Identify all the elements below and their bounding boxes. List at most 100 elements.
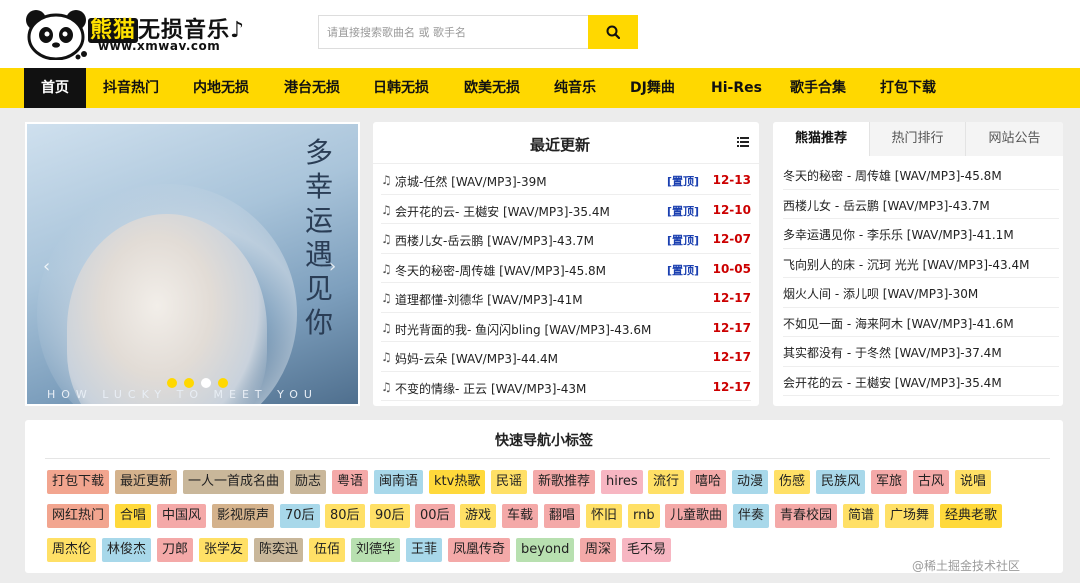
quick-tag[interactable]: 70后 bbox=[280, 504, 320, 528]
latest-list-item[interactable]: ♫ 凉城-任然 [WAV/MP3]-39M [置顶] 12-13 bbox=[381, 165, 751, 195]
quick-tag[interactable]: 游戏 bbox=[460, 504, 497, 528]
quick-tag[interactable]: 翻唱 bbox=[544, 504, 581, 528]
quick-tag[interactable]: 周深 bbox=[580, 538, 617, 562]
next-arrow-icon[interactable]: › bbox=[329, 256, 336, 277]
quick-tag[interactable]: 军旅 bbox=[871, 470, 908, 494]
quick-tag[interactable]: 王菲 bbox=[406, 538, 443, 562]
latest-list-item[interactable]: ♫ 妈妈-云朵 [WAV/MP3]-44.4M 12-17 bbox=[381, 342, 751, 372]
quick-tag[interactable]: ktv热歌 bbox=[429, 470, 486, 494]
recommend-list-item[interactable]: 冬天的秘密 - 周传雄 [WAV/MP3]-45.8M bbox=[783, 160, 1059, 190]
song-link[interactable]: 西楼儿女-岳云鹏 [WAV/MP3]-43.7M bbox=[395, 232, 594, 249]
list-menu-icon[interactable] bbox=[737, 136, 749, 148]
recommend-list-item[interactable]: 会开花的云 - 王樾安 [WAV/MP3]-35.4M bbox=[783, 367, 1059, 396]
quick-tag[interactable]: 民谣 bbox=[491, 470, 528, 494]
song-link[interactable]: 冬天的秘密 - 周传雄 [WAV/MP3]-45.8M bbox=[783, 167, 1002, 184]
song-link[interactable]: 不变的情缘- 正云 [WAV/MP3]-43M bbox=[395, 380, 586, 397]
tab-hot-ranking[interactable]: 热门排行 bbox=[869, 122, 965, 156]
slider-dot-active[interactable] bbox=[201, 378, 211, 388]
song-link[interactable]: 西楼儿女 - 岳云鹏 [WAV/MP3]-43.7M bbox=[783, 197, 990, 214]
quick-tag[interactable]: 新歌推荐 bbox=[533, 470, 596, 494]
song-link[interactable]: 会开花的云 - 王樾安 [WAV/MP3]-35.4M bbox=[783, 374, 1002, 391]
nav-item-western[interactable]: 欧美无损 bbox=[464, 68, 520, 108]
quick-tag[interactable]: beyond bbox=[516, 538, 575, 562]
nav-item-douyin[interactable]: 抖音热门 bbox=[103, 68, 159, 108]
nav-item-jpkr[interactable]: 日韩无损 bbox=[373, 68, 429, 108]
quick-tag[interactable]: 一人一首成名曲 bbox=[183, 470, 285, 494]
quick-tag[interactable]: 刘德华 bbox=[351, 538, 401, 562]
tab-site-notice[interactable]: 网站公告 bbox=[965, 122, 1063, 156]
nav-item-pure[interactable]: 纯音乐 bbox=[554, 68, 596, 108]
song-link[interactable]: 凉城-任然 [WAV/MP3]-39M bbox=[395, 173, 547, 190]
song-link[interactable]: 道理都懂-刘德华 [WAV/MP3]-41M bbox=[395, 291, 583, 308]
quick-tag[interactable]: 毛不易 bbox=[622, 538, 672, 562]
recommend-list-item[interactable]: 飞向别人的床 - 沉珂 光光 [WAV/MP3]-43.4M bbox=[783, 249, 1059, 278]
quick-tag[interactable]: 刀郎 bbox=[157, 538, 194, 562]
quick-tag[interactable]: rnb bbox=[628, 504, 660, 528]
quick-tag[interactable]: 古风 bbox=[913, 470, 950, 494]
quick-tag[interactable]: 伴奏 bbox=[733, 504, 770, 528]
recommend-list-item[interactable]: 西楼儿女 - 岳云鹏 [WAV/MP3]-43.7M bbox=[783, 190, 1059, 219]
quick-tag[interactable]: 中国风 bbox=[157, 504, 207, 528]
quick-tag[interactable]: 广场舞 bbox=[885, 504, 935, 528]
quick-tag[interactable]: 励志 bbox=[290, 470, 327, 494]
quick-tag[interactable]: 最近更新 bbox=[115, 470, 178, 494]
slider-dot[interactable] bbox=[218, 378, 228, 388]
quick-tag[interactable]: 合唱 bbox=[115, 504, 152, 528]
quick-tag[interactable]: 周杰伦 bbox=[47, 538, 97, 562]
quick-tag[interactable]: 闽南语 bbox=[374, 470, 424, 494]
quick-tag[interactable]: 儿童歌曲 bbox=[665, 504, 728, 528]
latest-list-item[interactable]: ♫ 西楼儿女-岳云鹏 [WAV/MP3]-43.7M [置顶] 12-07 bbox=[381, 224, 751, 254]
quick-tag[interactable]: 动漫 bbox=[732, 470, 769, 494]
quick-tag[interactable]: 凤凰传奇 bbox=[448, 538, 511, 562]
quick-tag[interactable]: 打包下载 bbox=[47, 470, 110, 494]
quick-tag[interactable]: hires bbox=[601, 470, 643, 494]
site-logo[interactable]: 熊猫无损音乐♪ www.xmwav.com bbox=[24, 8, 244, 60]
quick-tag[interactable]: 民族风 bbox=[816, 470, 866, 494]
recommend-list-item[interactable]: 其实都没有 - 于冬然 [WAV/MP3]-37.4M bbox=[783, 337, 1059, 367]
song-link[interactable]: 妈妈-云朵 [WAV/MP3]-44.4M bbox=[395, 350, 558, 367]
quick-tag[interactable]: 说唱 bbox=[955, 470, 992, 494]
latest-list-item[interactable]: ♫ 会开花的云- 王樾安 [WAV/MP3]-35.4M [置顶] 12-10 bbox=[381, 195, 751, 224]
quick-tag[interactable]: 简谱 bbox=[843, 504, 880, 528]
search-button[interactable] bbox=[588, 15, 638, 49]
latest-list-item[interactable]: ♫ 道理都懂-刘德华 [WAV/MP3]-41M 12-17 bbox=[381, 283, 751, 313]
quick-tag[interactable]: 影视原声 bbox=[212, 504, 275, 528]
prev-arrow-icon[interactable]: ‹ bbox=[43, 256, 50, 277]
quick-tag[interactable]: 青春校园 bbox=[775, 504, 838, 528]
nav-item-hktw[interactable]: 港台无损 bbox=[284, 68, 340, 108]
nav-item-home[interactable]: 首页 bbox=[24, 68, 86, 108]
recommend-list-item[interactable]: 不如见一面 - 海来阿木 [WAV/MP3]-41.6M bbox=[783, 308, 1059, 337]
latest-list-item[interactable]: ♫ 不变的情缘- 正云 [WAV/MP3]-43M 12-17 bbox=[381, 372, 751, 401]
latest-list-item[interactable]: ♫ 冬天的秘密-周传雄 [WAV/MP3]-45.8M [置顶] 10-05 bbox=[381, 254, 751, 283]
song-link[interactable]: 冬天的秘密-周传雄 [WAV/MP3]-45.8M bbox=[395, 262, 606, 279]
latest-list-item[interactable]: ♫ 时光背面的我- 鱼闪闪bling [WAV/MP3]-43.6M 12-17 bbox=[381, 313, 751, 342]
nav-item-mainland[interactable]: 内地无损 bbox=[193, 68, 249, 108]
quick-tag[interactable]: 流行 bbox=[648, 470, 685, 494]
quick-tag[interactable]: 伍佰 bbox=[309, 538, 346, 562]
slider-dot[interactable] bbox=[167, 378, 177, 388]
quick-tag[interactable]: 伤感 bbox=[774, 470, 811, 494]
song-link[interactable]: 会开花的云- 王樾安 [WAV/MP3]-35.4M bbox=[395, 203, 610, 220]
song-link[interactable]: 多幸运遇见你 - 李乐乐 [WAV/MP3]-41.1M bbox=[783, 226, 1014, 243]
quick-tag[interactable]: 90后 bbox=[370, 504, 410, 528]
search-input[interactable] bbox=[318, 15, 588, 49]
quick-tag[interactable]: 张学友 bbox=[199, 538, 249, 562]
quick-tag[interactable]: 车载 bbox=[502, 504, 539, 528]
song-link[interactable]: 飞向别人的床 - 沉珂 光光 [WAV/MP3]-43.4M bbox=[783, 256, 1029, 273]
song-link[interactable]: 不如见一面 - 海来阿木 [WAV/MP3]-41.6M bbox=[783, 315, 1014, 332]
nav-item-pack[interactable]: 打包下载 bbox=[880, 68, 936, 108]
banner-slider[interactable]: 多 幸 运 遇 见 你 ‹ › HOW LUCKY TO MEET YOU bbox=[25, 122, 360, 406]
nav-item-hires[interactable]: Hi-Res bbox=[711, 68, 762, 108]
quick-tag[interactable]: 00后 bbox=[415, 504, 455, 528]
quick-tag[interactable]: 嘻哈 bbox=[690, 470, 727, 494]
recommend-list-item[interactable]: 烟火人间 - 添儿呗 [WAV/MP3]-30M bbox=[783, 278, 1059, 308]
quick-tag[interactable]: 陈奕迅 bbox=[254, 538, 304, 562]
quick-tag[interactable]: 怀旧 bbox=[586, 504, 623, 528]
quick-tag[interactable]: 网红热门 bbox=[47, 504, 110, 528]
slider-dot[interactable] bbox=[184, 378, 194, 388]
quick-tag[interactable]: 粤语 bbox=[332, 470, 369, 494]
nav-item-singers[interactable]: 歌手合集 bbox=[790, 68, 846, 108]
quick-tag[interactable]: 80后 bbox=[325, 504, 365, 528]
song-link[interactable]: 其实都没有 - 于冬然 [WAV/MP3]-37.4M bbox=[783, 344, 1002, 361]
song-link[interactable]: 时光背面的我- 鱼闪闪bling [WAV/MP3]-43.6M bbox=[395, 321, 651, 338]
